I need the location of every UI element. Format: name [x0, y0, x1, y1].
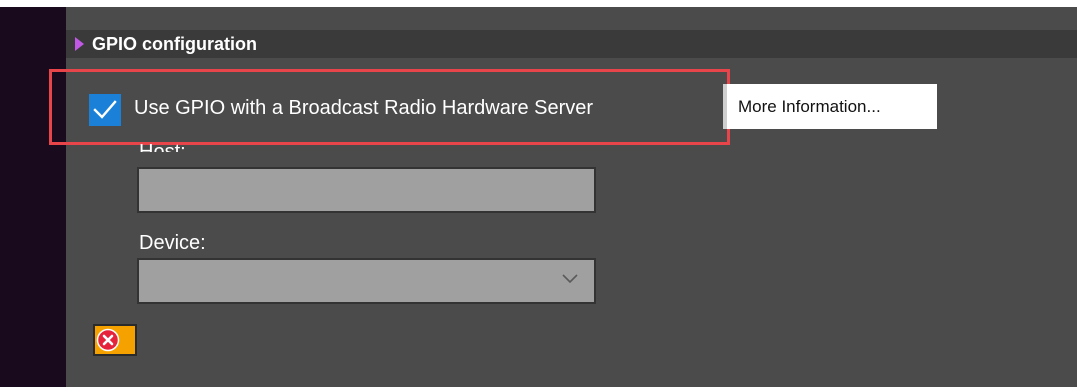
triangle-right-icon[interactable]: [75, 37, 84, 51]
checkmark-icon: [93, 100, 117, 119]
error-x-icon: [96, 328, 120, 352]
device-label: Device:: [139, 232, 206, 254]
gpio-checkbox[interactable]: [89, 94, 121, 126]
left-sidebar: [0, 7, 66, 387]
host-label: Host:: [139, 141, 186, 152]
more-information-button[interactable]: More Information...: [723, 84, 937, 129]
section-title: GPIO configuration: [92, 34, 257, 54]
host-input[interactable]: [137, 167, 596, 213]
gpio-checkbox-label[interactable]: Use GPIO with a Broadcast Radio Hardware…: [134, 95, 593, 121]
chevron-down-icon: [562, 274, 578, 284]
device-dropdown[interactable]: [137, 258, 596, 304]
error-status-indicator: [93, 324, 137, 356]
